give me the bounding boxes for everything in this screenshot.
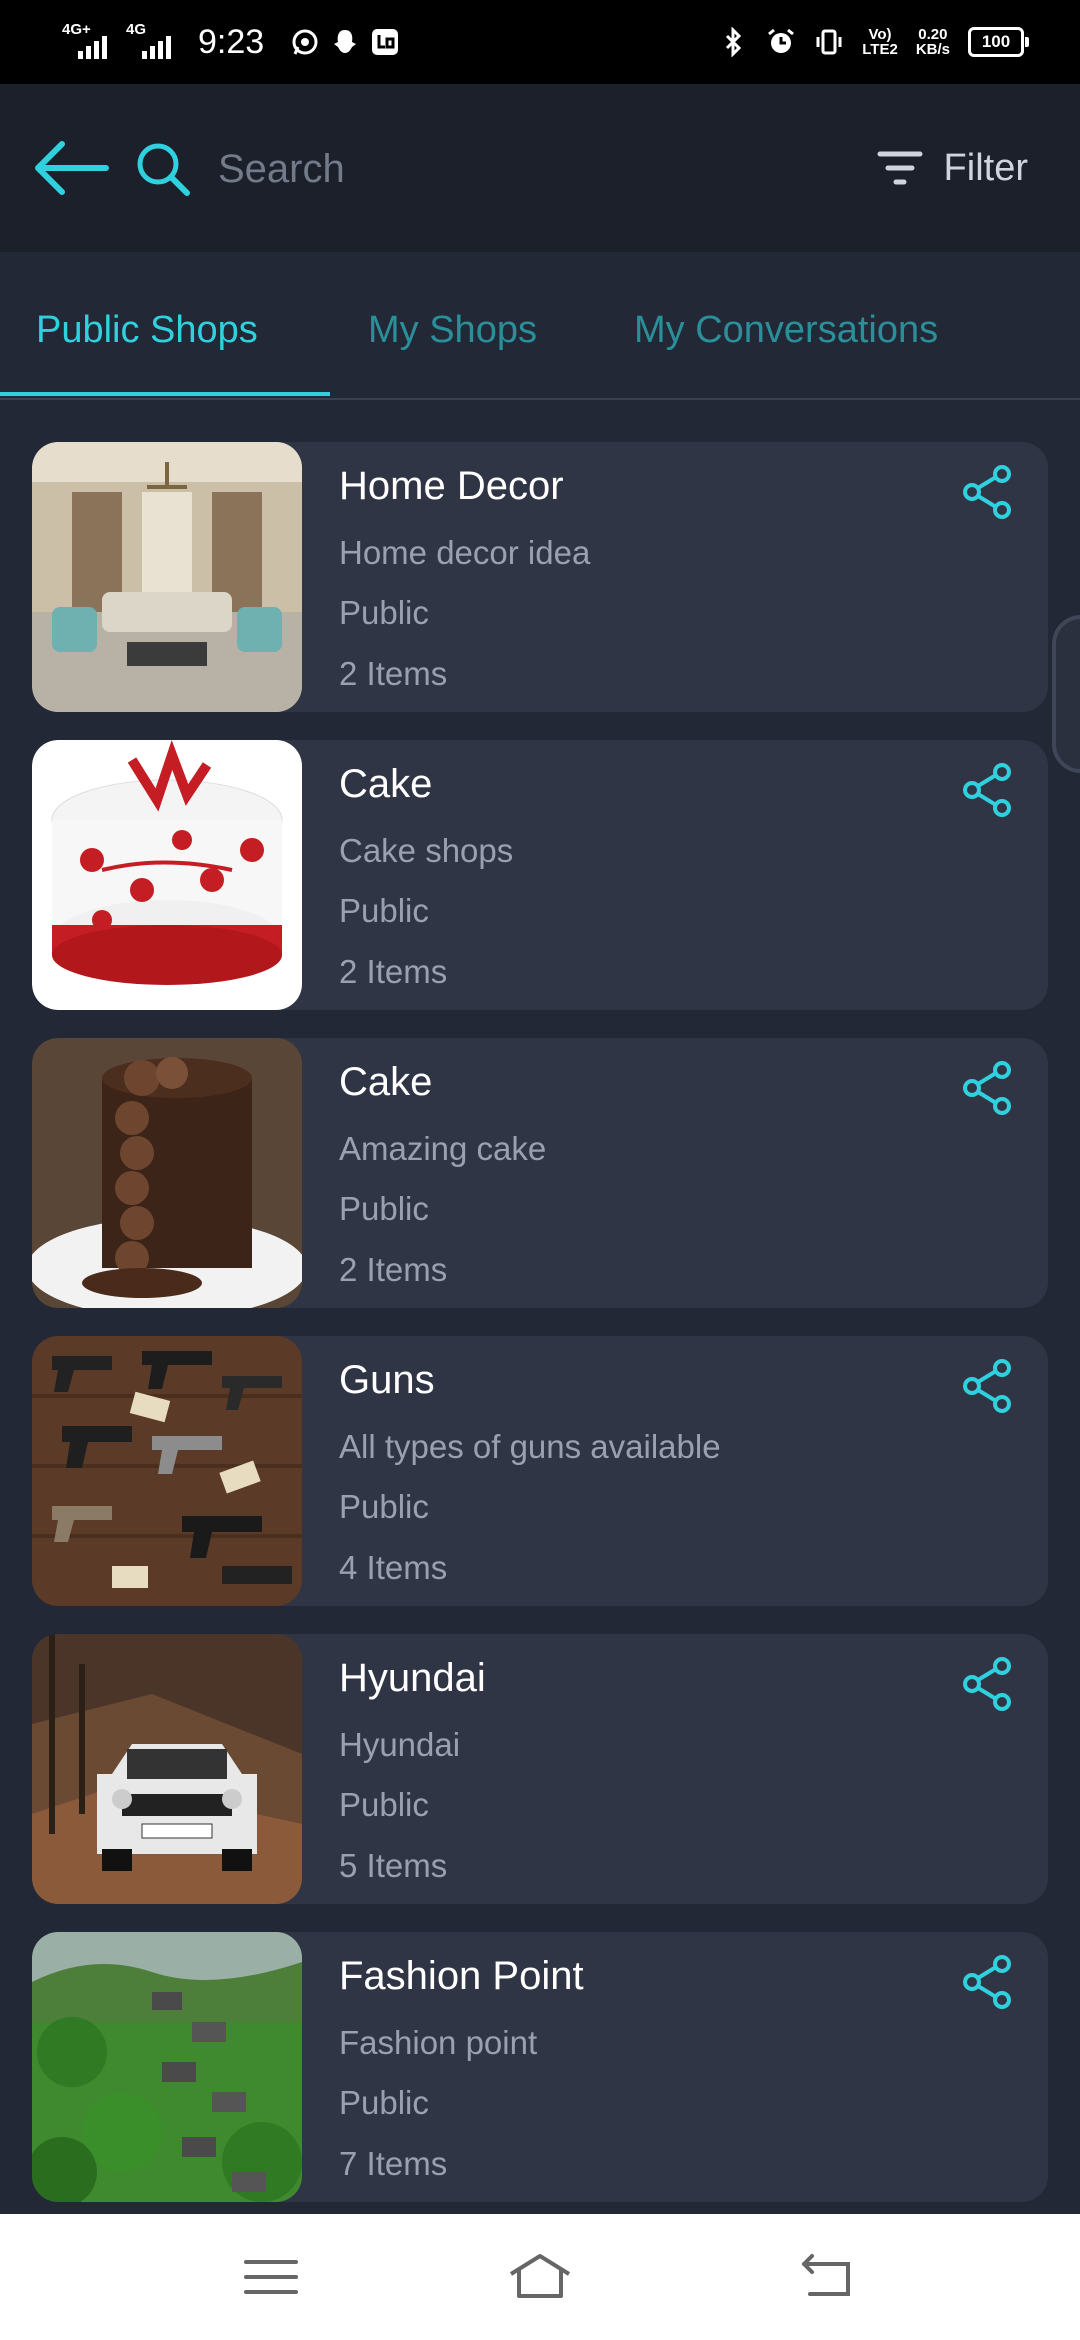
shop-item-count: 2 Items <box>339 953 448 990</box>
shop-card-guns[interactable]: Guns All types of guns available Public … <box>32 1336 1048 1606</box>
shop-title: Cake <box>339 1060 433 1104</box>
home-icon[interactable] <box>505 2244 575 2310</box>
shop-item-count: 7 Items <box>339 2145 448 2182</box>
shop-image-living-room <box>32 442 302 712</box>
shop-item-count: 2 Items <box>339 655 448 692</box>
shop-card-cake-2[interactable]: Cake Amazing cake Public 2 Items <box>32 1038 1048 1308</box>
filter-label: Filter <box>943 146 1028 189</box>
clock: 9:23 <box>198 22 265 61</box>
volte-indicator: Vo) LTE2 <box>862 26 898 58</box>
filter-icon <box>877 151 923 185</box>
share-icon[interactable] <box>960 1656 1016 1712</box>
bluetooth-icon <box>726 27 742 57</box>
signal-icon-2: 4G <box>126 21 180 63</box>
shop-image-suv <box>32 1634 302 1904</box>
shop-visibility: Public <box>339 594 429 631</box>
battery-icon: 100 <box>968 27 1029 57</box>
shop-description: Cake shops <box>339 832 514 869</box>
shop-image-chocolate-cake <box>32 1038 302 1308</box>
search-icon <box>137 143 190 196</box>
tab-my-conversations[interactable]: My Conversations <box>634 300 938 360</box>
shop-item-count: 2 Items <box>339 1251 448 1288</box>
shop-visibility: Public <box>339 1488 429 1525</box>
shop-title: Hyundai <box>339 1656 486 1700</box>
shop-visibility: Public <box>339 1190 429 1227</box>
system-nav-bar <box>0 2214 1080 2340</box>
shop-item-count: 5 Items <box>339 1847 448 1884</box>
shop-card-hyundai[interactable]: Hyundai Hyundai Public 5 Items <box>32 1634 1048 1904</box>
shop-card-fashion-point[interactable]: Fashion Point Fashion point Public 7 Ite… <box>32 1932 1048 2202</box>
shop-description: Amazing cake <box>339 1130 547 1167</box>
shop-title: Guns <box>339 1358 435 1402</box>
shop-description: Hyundai <box>339 1726 461 1763</box>
share-icon[interactable] <box>960 464 1016 520</box>
whatsapp-icon <box>292 29 318 55</box>
shop-title: Cake <box>339 762 433 806</box>
tab-bar: Public Shops My Shops My Conversations <box>0 252 1080 400</box>
tab-public-shops[interactable]: Public Shops <box>36 300 258 360</box>
shop-item-count: 4 Items <box>339 1549 448 1586</box>
tab-my-shops[interactable]: My Shops <box>368 300 537 360</box>
shop-card-home-decor[interactable]: Home Decor Home decor idea Public 2 Item… <box>32 442 1048 712</box>
back-arrow-icon[interactable] <box>30 138 110 198</box>
shop-image-hillside <box>32 1932 302 2202</box>
share-icon[interactable] <box>960 1954 1016 2010</box>
shop-image-guns <box>32 1336 302 1606</box>
filter-button[interactable]: Filter <box>876 138 1028 198</box>
search-input[interactable] <box>216 136 820 202</box>
shop-description: All types of guns available <box>339 1428 721 1465</box>
network-speed: 0.20 KB/s <box>915 26 950 58</box>
shop-visibility: Public <box>339 1786 429 1823</box>
active-tab-indicator <box>0 392 330 396</box>
app-icon <box>372 29 399 55</box>
signal-icon: 4G+ <box>62 21 116 63</box>
shop-description: Home decor idea <box>339 534 591 571</box>
snapchat-icon <box>334 30 357 53</box>
side-edge-handle[interactable] <box>1052 615 1080 773</box>
shop-description: Fashion point <box>339 2024 538 2061</box>
menu-icon[interactable] <box>236 2244 306 2310</box>
back-nav-icon[interactable] <box>790 2244 860 2310</box>
status-bar: 4G+ 4G 9:23 Vo) LTE2 0.20 KB/s 100 <box>0 0 1080 84</box>
share-icon[interactable] <box>960 1358 1016 1414</box>
share-icon[interactable] <box>960 762 1016 818</box>
shop-visibility: Public <box>339 2084 429 2121</box>
vibrate-icon <box>816 29 842 55</box>
shop-title: Home Decor <box>339 464 564 508</box>
header: Filter <box>0 84 1080 252</box>
alarm-icon <box>768 28 795 53</box>
shop-visibility: Public <box>339 892 429 929</box>
shop-image-birthday-cake <box>32 740 302 1010</box>
shop-title: Fashion Point <box>339 1954 584 1998</box>
shop-card-cake[interactable]: Cake Cake shops Public 2 Items <box>32 740 1048 1010</box>
share-icon[interactable] <box>960 1060 1016 1116</box>
